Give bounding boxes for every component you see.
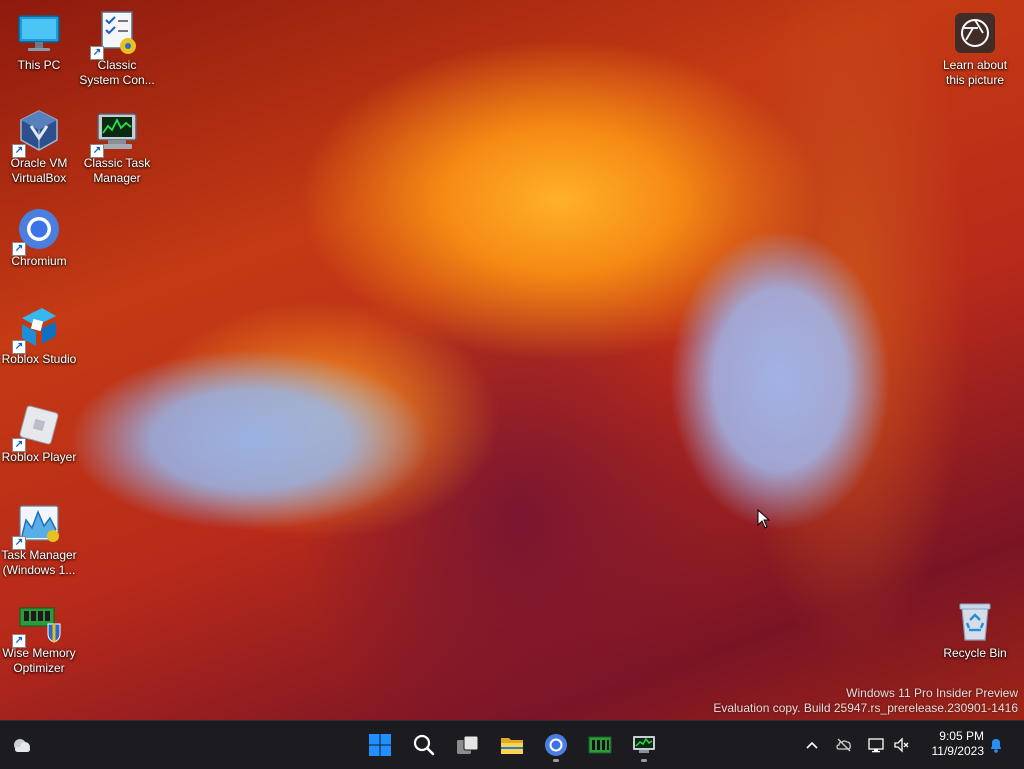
bell-icon (991, 739, 1001, 753)
shortcut-arrow-icon: ↗ (90, 144, 104, 158)
shortcut-arrow-icon: ↗ (90, 46, 104, 60)
desktop-icon-label: Recycle Bin (943, 646, 1007, 660)
desktop-icon-roblox-studio[interactable]: ↗ Roblox Studio (0, 298, 78, 367)
network-tray-button[interactable] (864, 733, 888, 757)
roblox-player-icon: ↗ (12, 402, 62, 452)
task-manager-chart-icon: ↗ (12, 500, 62, 550)
clock-date: 11/9/2023 (931, 744, 985, 758)
shortcut-arrow-icon: ↗ (12, 242, 26, 256)
onedrive-tray-button[interactable] (832, 733, 856, 757)
clock-time: 9:05 PM (939, 729, 984, 743)
task-view-icon (457, 735, 479, 754)
system-config-icon: ↗ (90, 10, 140, 60)
desktop-icon-virtualbox[interactable]: ↗ Oracle VM VirtualBox (0, 102, 78, 186)
desktop-icon-label: Oracle VM VirtualBox (10, 156, 68, 185)
desktop-icon-learn-about-picture[interactable]: Learn about this picture (936, 4, 1014, 88)
desktop-icon-label: Chromium (11, 254, 67, 268)
volume-tray-button[interactable] (890, 733, 914, 757)
taskbar: 9:05 PM 11/9/2023 (0, 720, 1024, 769)
camera-info-icon (952, 10, 998, 56)
chromium-icon (545, 734, 567, 756)
notifications-button[interactable] (984, 733, 1008, 757)
shortcut-arrow-icon: ↗ (12, 340, 26, 354)
network-monitor-icon (868, 738, 884, 753)
task-manager-icon (633, 736, 655, 753)
weather-cloud-icon (14, 739, 30, 752)
file-explorer-button[interactable] (494, 727, 530, 763)
desktop-icon-label: Wise Memory Optimizer (2, 646, 76, 675)
memory-chip-icon (588, 736, 612, 754)
desktop-icon-recycle-bin[interactable]: Recycle Bin (936, 592, 1014, 661)
search-button[interactable] (406, 727, 442, 763)
shortcut-arrow-icon: ↗ (12, 438, 26, 452)
memory-chip-icon: ↗ (12, 598, 62, 648)
desktop-icon-task-manager-win[interactable]: ↗ Task Manager (Windows 1... (0, 494, 78, 578)
desktop-icon-this-pc[interactable]: This PC (0, 4, 78, 73)
desktop-icon-label: This PC (17, 58, 61, 72)
search-icon (413, 734, 435, 756)
recycle-bin-icon (952, 598, 998, 644)
shortcut-arrow-icon: ↗ (12, 536, 26, 550)
chevron-up-icon (806, 741, 818, 749)
roblox-studio-icon: ↗ (12, 304, 62, 354)
desktop-icon-classic-system-config[interactable]: ↗ Classic System Con... (78, 4, 156, 88)
shortcut-arrow-icon: ↗ (12, 144, 26, 158)
evaluation-watermark: Windows 11 Pro Insider Preview Evaluatio… (713, 686, 1018, 716)
folder-icon (501, 738, 523, 754)
task-manager-icon: ↗ (90, 108, 140, 158)
running-indicator (641, 759, 647, 762)
desktop-icon-label: Learn about this picture (942, 58, 1008, 87)
windows-logo-icon (369, 734, 391, 756)
show-hidden-icons-button[interactable] (800, 733, 824, 757)
task-manager-taskbar-button[interactable] (626, 727, 662, 763)
taskbar-clock[interactable]: 9:05 PM 11/9/2023 (920, 729, 985, 759)
desktop-icon-label: Roblox Player (1, 450, 77, 464)
desktop-icon-label: Task Manager (Windows 1... (1, 548, 77, 577)
mouse-cursor-icon (757, 508, 771, 529)
desktop-icon-wise-memory-optimizer[interactable]: ↗ Wise Memory Optimizer (0, 592, 78, 676)
desktop-icon-classic-task-manager[interactable]: ↗ Classic Task Manager (78, 102, 156, 186)
chromium-taskbar-button[interactable] (538, 727, 574, 763)
desktop-icon-label: Classic Task Manager (83, 156, 151, 185)
virtualbox-icon: ↗ (12, 108, 62, 158)
memory-optimizer-taskbar-button[interactable] (582, 727, 618, 763)
monitor-icon (16, 10, 62, 56)
desktop-icon-chromium[interactable]: ↗ Chromium (0, 200, 78, 269)
desktop: This PC ↗ Classic System Con... ↗ Oracle… (0, 0, 1024, 720)
watermark-line-1: Windows 11 Pro Insider Preview (846, 686, 1018, 700)
shortcut-arrow-icon: ↗ (12, 634, 26, 648)
running-indicator (553, 759, 559, 762)
widgets-button[interactable] (4, 727, 40, 763)
desktop-icon-label: Roblox Studio (1, 352, 77, 366)
desktop-icon-label: Classic System Con... (79, 58, 155, 87)
watermark-line-2: Evaluation copy. Build 25947.rs_prerelea… (713, 701, 1018, 715)
start-button[interactable] (362, 727, 398, 763)
task-view-button[interactable] (450, 727, 486, 763)
chromium-icon: ↗ (12, 206, 62, 256)
cloud-offline-icon (836, 738, 851, 752)
speaker-muted-icon (894, 737, 909, 753)
desktop-icon-roblox-player[interactable]: ↗ Roblox Player (0, 396, 78, 465)
